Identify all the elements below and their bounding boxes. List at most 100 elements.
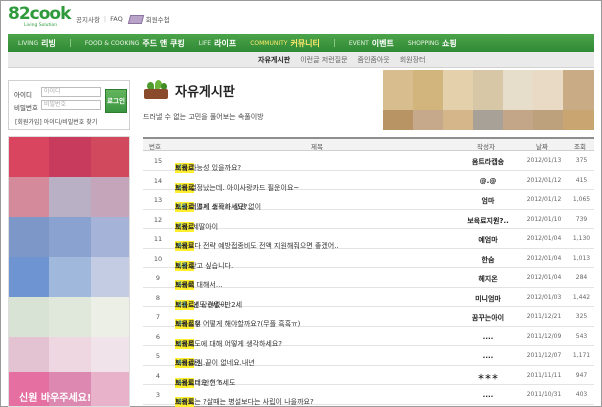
table-row[interactable]: 4 내년부터 만현 6세도 보육료 지원되네요 ^^ 5 ＊＊＊ 2011/11/11 9… [143, 366, 594, 388]
row-author[interactable]: .... [453, 333, 523, 341]
row-date: 2011/12/07 [526, 352, 562, 359]
banner-tile [9, 137, 49, 177]
password-label: 비밀번호 [14, 104, 38, 112]
row-author[interactable]: ＊＊＊ [453, 372, 523, 382]
banner-tile [49, 337, 91, 372]
col-author: 작성자 [477, 143, 495, 151]
row-date: 2011/12/09 [526, 332, 562, 340]
banner-tile [473, 70, 503, 110]
row-date: 2012/01/03 [526, 293, 562, 301]
id-input[interactable]: 아이디 [41, 87, 101, 97]
subnav-market[interactable]: 회원장터 [400, 55, 426, 65]
nav-item-en-label: EVENT [348, 39, 369, 47]
row-views: 375 [575, 157, 588, 164]
row-views: 1,013 [572, 254, 591, 262]
table-row[interactable]: 5 부모 육심 끝이 없네요.내년 보육료 지원관련.. 6.... 2011/12/… [143, 346, 594, 368]
separator: | [103, 15, 107, 23]
banner-tile [91, 372, 129, 406]
login-box: 아이디 아이디 비밀번호 비밀번호 로그인 [회원가입] 아이디/비밀번호 찾기 [8, 80, 130, 130]
table-row[interactable]: 6현 보육료 지원제도에 대해 어떻게 생각하세요?2....2011/12/0… [143, 327, 594, 349]
plant-pot-icon [143, 80, 169, 100]
row-author[interactable]: .... [453, 391, 523, 399]
row-author[interactable]: 헤지온 [453, 274, 523, 284]
nav-item-ko-label: 리빙 [41, 38, 56, 48]
password-input[interactable]: 비밀번호 [41, 100, 101, 110]
row-views: 1,130 [572, 235, 591, 242]
nav-item-food-cooking[interactable]: FOOD & COOKING 주드 앤 쿠킹 [85, 38, 185, 49]
row-date: 2012/01/13 [526, 157, 562, 164]
nav-item-en-label: SHOPPING [407, 39, 440, 47]
banner-tile [91, 137, 129, 177]
nav-item-en-label: LIFE [198, 39, 212, 47]
row-number: 6 [155, 332, 161, 341]
nav-item-community[interactable]: COMMUNITY 커뮤니티 [250, 38, 320, 49]
banner-tile [413, 110, 443, 130]
table-row[interactable]: 12 올해5세딸아이 보육료 지원.. 7 보육료지원?.. 2012/01/10 739 [143, 210, 594, 232]
table-row[interactable]: 15 보육료 지원 가능성 있을까요? 7 옴트라캡숑 2012/01/13 375 [143, 151, 594, 173]
row-views: 415 [575, 176, 588, 184]
table-row[interactable]: 10 보육료 지원 받고 싶습니다. 13 한숨 2012/01/04 1,013 [143, 249, 594, 271]
row-number: 13 [153, 196, 163, 204]
row-author[interactable]: 예엄마 [453, 235, 523, 245]
row-author[interactable]: 꿈꾸는아이 [453, 313, 523, 323]
banner-tile [49, 177, 91, 217]
row-number: 11 [153, 235, 163, 243]
nav-item-ko-label: 주드 앤 쿠킹 [142, 38, 185, 48]
row-number: 9 [155, 274, 161, 282]
side-ad-banner[interactable]: 신원 바우주세요! [8, 136, 130, 407]
table-row[interactable]: 9이사시 보육료지원에 대해서...5헤지온2012/01/04284 [143, 268, 594, 290]
row-number: 10 [153, 254, 163, 263]
banner-tile [9, 217, 49, 257]
nav-item-living[interactable]: LIVING 리빙 [18, 38, 56, 49]
row-views: 543 [575, 332, 588, 340]
login-links[interactable]: [회원가입] 아이디/비밀번호 찾기 [15, 117, 97, 126]
row-number: 14 [153, 176, 163, 185]
table-row[interactable]: 14 보육료 지원 결정났는데. 아이사랑카드 필운이요~ 2 @.@ 2012/01/… [143, 171, 594, 193]
nav-item-event[interactable]: EVENT 이벤트 [349, 38, 394, 49]
col-title: 제목 [311, 143, 323, 151]
table-row[interactable]: 3 보육료 지원되는 ?살때는 병설보다는 사립이 나을까요? 3.... 2011/… [143, 385, 594, 407]
notice-link[interactable]: 공지사항 [76, 14, 100, 24]
table-row[interactable]: 82012년도 0세~만2세 보육료, 소득에 상관없이 보육료 지원 ..21… [143, 288, 594, 310]
faq-link[interactable]: FAQ [110, 15, 123, 23]
row-author[interactable]: 보육료지원?.. [453, 216, 523, 226]
nav-item-life[interactable]: LIFE 라이프 [199, 38, 236, 49]
table-row[interactable]: 13 0~2세,5세 소득과 상관 없이 보육료 지원 어떻게 생각하세요?.. 1… [143, 190, 594, 212]
row-date: 2012/01/04 [526, 235, 562, 242]
table-header: 번호 제목 작성자 날짜 조회 [143, 137, 594, 151]
row-author[interactable]: .... [453, 352, 523, 360]
top-ad-banner[interactable] [383, 70, 594, 130]
row-views: 739 [575, 215, 588, 223]
row-author[interactable]: 옴트라캡숑 [453, 157, 523, 167]
row-title-suffix: 지원되는 ?살때는 병설보다는 사립이 나을까요? [175, 398, 314, 406]
subnav-questions[interactable]: 이런글 저런질문 [300, 55, 347, 65]
row-views: 403 [575, 391, 588, 398]
subnav-free-board[interactable]: 자유게시판 [258, 55, 290, 65]
row-number: 12 [153, 215, 163, 224]
row-date: 2012/01/10 [526, 215, 562, 223]
row-number: 4 [155, 371, 161, 380]
row-author[interactable]: 한숨 [453, 255, 523, 265]
row-date: 2012/01/12 [526, 176, 562, 184]
row-views: 1,442 [572, 293, 591, 301]
banner-tile [443, 70, 473, 110]
banner-tile [49, 257, 91, 297]
nav-item-en-label: FOOD & COOKING [84, 39, 140, 47]
table-body: 15 보육료 지원 가능성 있을까요? 7 옴트라캡숑 2012/01/13 375 14 보육… [143, 151, 594, 407]
table-row[interactable]: 11영아 보육료 지원보다 전략 예방접종비도 전액 지원해줘으면 좋겠어..6… [143, 229, 594, 251]
row-date: 2011/10/31 [526, 391, 562, 398]
row-date: 2011/12/21 [526, 313, 562, 320]
banner-tile [383, 70, 413, 110]
row-author[interactable]: 엄마 [453, 196, 523, 206]
row-author[interactable]: @.@ [453, 177, 523, 185]
table-row[interactable]: 7이런경우 보육료지원신청 어떻게 해야할까요?(무플 흑흑ㅠ)3꿈꾸는아이20… [143, 307, 594, 329]
subnav-zoom[interactable]: 줌인줌아웃 [358, 55, 390, 65]
row-date: 2012/01/04 [526, 274, 562, 281]
site-logo[interactable]: 82cook Living Solution [8, 6, 72, 32]
banner-tile [383, 110, 413, 130]
board-title: 자유게시판 [175, 84, 235, 100]
login-button[interactable]: 로그인 [105, 89, 127, 113]
nav-item-shopping[interactable]: SHOPPING 쇼핑 [408, 38, 457, 49]
member-notebook-link[interactable]: 회원수첩 [146, 14, 170, 24]
row-author[interactable]: 미니엄마 [453, 294, 523, 304]
